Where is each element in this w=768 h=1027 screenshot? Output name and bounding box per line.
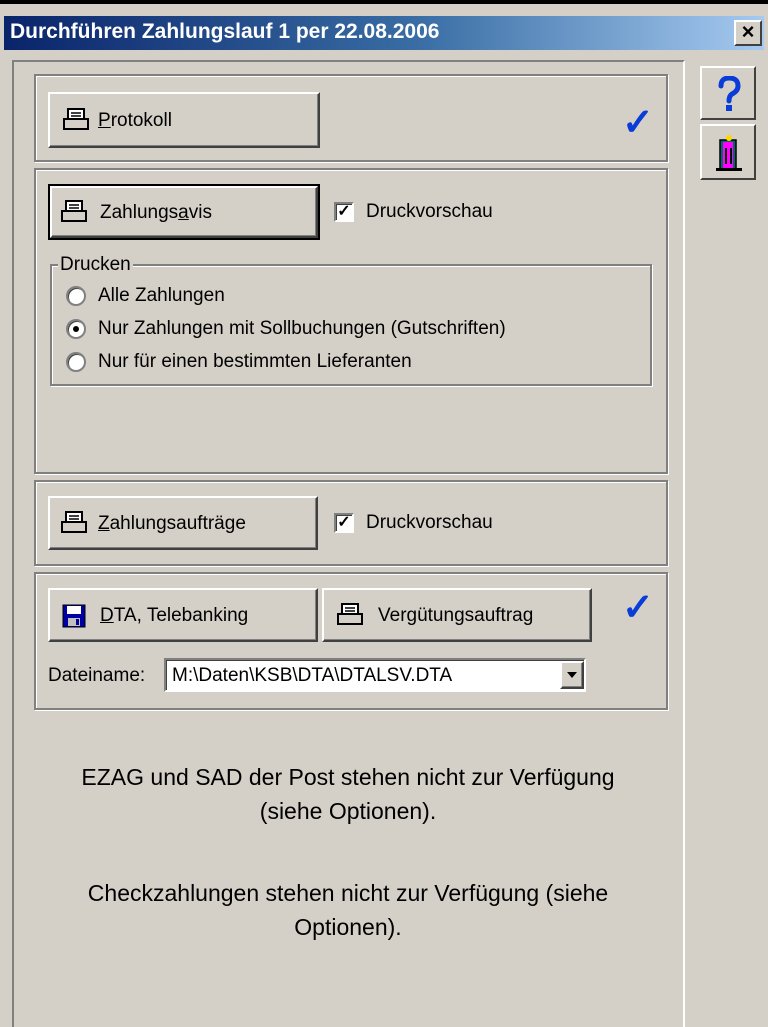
dialog-window: Durchführen Zahlungslauf 1 per 22.08.200…	[0, 0, 768, 1027]
top-border	[0, 0, 768, 4]
check-info-line2: Optionen).	[294, 914, 402, 940]
filename-value: M:\Daten\KSB\DTA\DTALSV.DTA	[172, 665, 453, 686]
printer-icon	[337, 603, 363, 625]
exit-door-icon	[716, 135, 742, 171]
printer-icon	[61, 200, 87, 222]
zahlungsauftraege-preview-checkbox[interactable]: ✓	[334, 513, 354, 533]
radio-nur-sollbuchungen-label: Nur Zahlungen mit Sollbuchungen (Gutschr…	[98, 318, 506, 339]
radio-alle-zahlungen[interactable]	[66, 286, 86, 306]
radio-bestimmter-lieferant[interactable]	[66, 352, 86, 372]
dta-done-checkmark: ✓	[622, 587, 654, 629]
drucken-group-title: Drucken	[58, 254, 133, 276]
radio-bestimmter-lieferant-label: Nur für einen bestimmten Lieferanten	[98, 351, 412, 372]
zahlungsavis-button-label: Zahlungsavis	[100, 202, 212, 223]
ezag-info-line1: EZAG und SAD der Post stehen nicht zur V…	[81, 764, 615, 790]
help-button[interactable]	[700, 66, 756, 120]
verguetungsauftrag-button-label: Vergütungsauftrag	[378, 605, 534, 626]
verguetungsauftrag-button[interactable]: Vergütungsauftrag	[322, 588, 592, 642]
zahlungsauftraege-button-label: Zahlungsaufträge	[98, 513, 246, 534]
ezag-info-text: EZAG und SAD der Post stehen nicht zur V…	[14, 760, 682, 828]
zahlungsavis-preview-checkbox[interactable]: ✓	[334, 202, 354, 222]
filename-label: Dateiname:	[48, 665, 146, 686]
zahlungsauftraege-preview-label: Druckvorschau	[366, 512, 493, 533]
printer-icon	[61, 511, 87, 533]
zahlungsavis-button[interactable]: Zahlungsavis	[48, 184, 320, 240]
radio-alle-zahlungen-label: Alle Zahlungen	[98, 285, 225, 306]
filename-combobox[interactable]: M:\Daten\KSB\DTA\DTALSV.DTA	[164, 658, 586, 692]
zahlungsauftraege-button[interactable]: Zahlungsaufträge	[48, 496, 318, 550]
protokoll-done-checkmark: ✓	[622, 102, 654, 144]
check-info-text: Checkzahlungen stehen nicht zur Verfügun…	[14, 876, 682, 944]
floppy-disk-icon	[62, 604, 86, 628]
dta-telebanking-button[interactable]: DTA, Telebanking	[48, 588, 318, 642]
close-button[interactable]: ×	[734, 20, 762, 46]
printer-icon	[63, 108, 89, 130]
close-icon: ×	[741, 19, 755, 44]
filename-dropdown-button[interactable]	[560, 661, 584, 689]
question-mark-icon	[718, 76, 741, 111]
radio-selected-dot	[73, 326, 79, 332]
protokoll-button-label: Protokoll	[98, 110, 172, 131]
title-bar[interactable]: Durchführen Zahlungslauf 1 per 22.08.200…	[4, 16, 764, 50]
chevron-down-icon	[567, 672, 577, 678]
dta-telebanking-button-label: DTA, Telebanking	[100, 605, 249, 626]
ezag-info-line2: (siehe Optionen).	[259, 798, 437, 824]
exit-button[interactable]	[700, 124, 756, 180]
zahlungsavis-preview-label: Druckvorschau	[366, 201, 493, 222]
window-title: Durchführen Zahlungslauf 1 per 22.08.200…	[10, 20, 440, 43]
check-info-line1: Checkzahlungen stehen nicht zur Verfügun…	[87, 880, 609, 906]
protokoll-button[interactable]: Protokoll	[48, 92, 320, 148]
radio-nur-sollbuchungen[interactable]	[66, 319, 86, 339]
